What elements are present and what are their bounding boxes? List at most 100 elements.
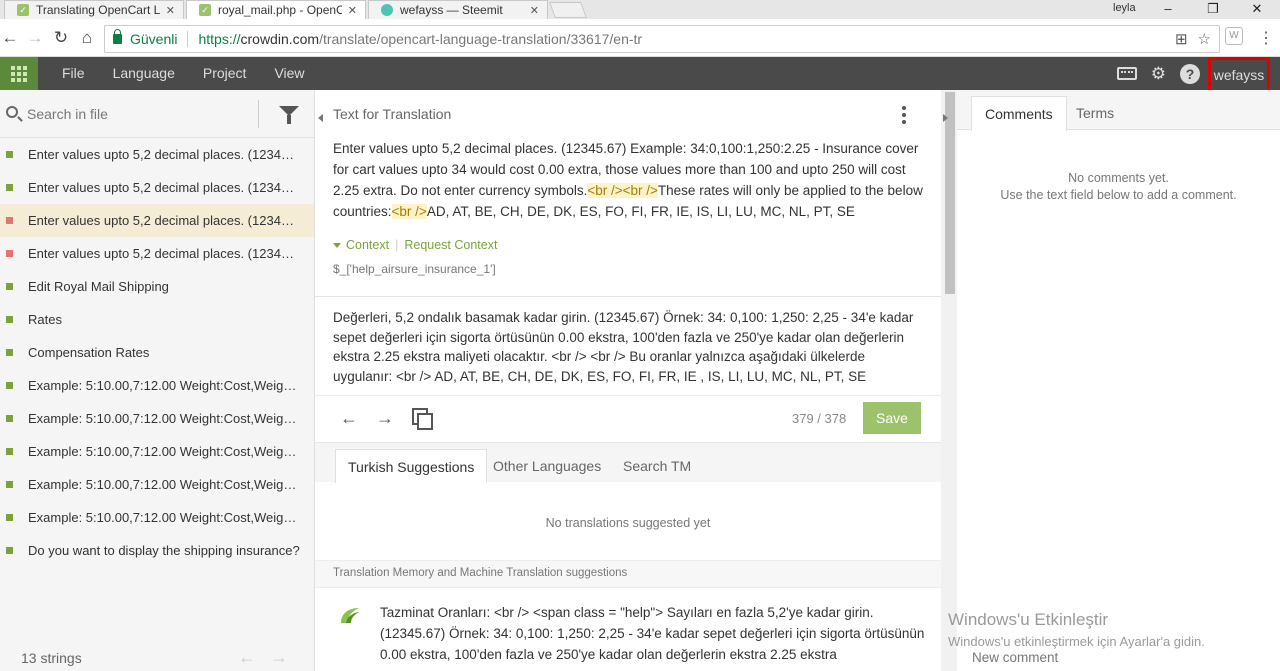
omnibox-actions: ⊞ ☆ <box>1175 30 1211 48</box>
steemit-favicon-icon <box>381 4 393 16</box>
apps-grid-button[interactable] <box>0 57 38 90</box>
list-item[interactable]: Enter values upto 5,2 decimal places. (1… <box>0 204 314 237</box>
collapse-right-icon[interactable] <box>943 114 948 122</box>
browser-menu-icon[interactable]: ⋮ <box>1258 28 1274 48</box>
url-path: /translate/opencart-language-translation… <box>319 31 643 47</box>
list-item-label: Enter values upto 5,2 decimal places. (1… <box>28 180 300 195</box>
list-item[interactable]: Example: 5:10.00,7:12.00 Weight:Cost,Wei… <box>0 435 314 468</box>
list-item[interactable]: Example: 5:10.00,7:12.00 Weight:Cost,Wei… <box>0 501 314 534</box>
next-page-icon[interactable]: → <box>270 647 288 668</box>
reload-icon[interactable]: ↻ <box>51 28 71 48</box>
list-item[interactable]: Enter values upto 5,2 decimal places. (1… <box>0 171 314 204</box>
menu-view[interactable]: View <box>260 57 318 90</box>
back-arrow-icon[interactable]: ← <box>0 28 20 48</box>
windows-activation-title: Windows'u Etkinleştir <box>948 610 1109 629</box>
help-icon[interactable]: ? <box>1180 63 1200 84</box>
menu-project[interactable]: Project <box>189 57 261 90</box>
search-icon <box>6 106 18 118</box>
tm-suggestion-text[interactable]: Tazminat Oranları: <br /> <span class = … <box>380 602 925 665</box>
browser-tab-1[interactable]: ✓ Translating OpenCart Lar ✕ <box>4 0 184 19</box>
browser-tab-2[interactable]: ✓ royal_mail.php - OpenCa ✕ <box>186 0 366 19</box>
divider: | <box>395 238 399 252</box>
status-indicator-icon <box>6 415 13 422</box>
minimize-icon[interactable]: – <box>1148 0 1188 17</box>
filter-icon[interactable] <box>279 106 299 124</box>
next-string-icon[interactable]: → <box>376 408 394 429</box>
list-item[interactable]: Example: 5:10.00,7:12.00 Weight:Cost,Wei… <box>0 468 314 501</box>
grid-icon <box>11 65 27 82</box>
user-menu[interactable]: wefayss <box>1208 57 1270 93</box>
app-header: File Language Project View ⚙ ? wefayss <box>0 57 1280 93</box>
html-tag[interactable]: <br /> <box>391 204 427 219</box>
forward-arrow-icon[interactable]: → <box>25 28 45 48</box>
list-item-label: Enter values upto 5,2 decimal places. (1… <box>28 246 300 261</box>
list-item[interactable]: Enter values upto 5,2 decimal places. (1… <box>0 138 314 171</box>
url-field[interactable]: Güvenli https://crowdin.com/translate/op… <box>104 25 1220 53</box>
list-item[interactable]: Example: 5:10.00,7:12.00 Weight:Cost,Wei… <box>0 369 314 402</box>
keyboard-icon[interactable] <box>1116 67 1137 80</box>
extension-icon[interactable]: W <box>1225 27 1243 45</box>
divider <box>315 296 941 297</box>
more-options-icon[interactable] <box>902 106 906 124</box>
request-context-link[interactable]: Request Context <box>404 238 497 252</box>
status-indicator-icon <box>6 283 13 290</box>
browser-tab-3[interactable]: wefayss — Steemit ✕ <box>368 0 548 19</box>
strings-list: Enter values upto 5,2 decimal places. (1… <box>0 138 314 567</box>
gear-icon[interactable]: ⚙ <box>1151 64 1166 84</box>
divider <box>187 31 189 47</box>
tab-other-languages[interactable]: Other Languages <box>481 449 613 483</box>
secure-indicator[interactable]: Güvenli <box>113 29 178 47</box>
maximize-icon[interactable]: ❐ <box>1193 0 1233 17</box>
tm-heading: Translation Memory and Machine Translati… <box>315 560 941 588</box>
editor-panel: Text for Translation Enter values upto 5… <box>315 90 941 671</box>
menu-language[interactable]: Language <box>99 57 189 90</box>
scrollbar-thumb[interactable] <box>945 92 955 294</box>
tab-turkish-suggestions[interactable]: Turkish Suggestions <box>335 449 488 483</box>
search-input[interactable] <box>27 103 247 125</box>
list-item-label: Enter values upto 5,2 decimal places. (1… <box>28 213 300 228</box>
home-icon[interactable]: ⌂ <box>77 28 97 48</box>
save-button[interactable]: Save <box>863 402 921 434</box>
tab-search-tm[interactable]: Search TM <box>611 449 703 483</box>
source-heading: Text for Translation <box>333 106 452 122</box>
source-text-part: AD, AT, BE, CH, DE, DK, ES, FO, FI, FR, … <box>426 204 855 219</box>
new-tab-button[interactable] <box>549 2 587 18</box>
tab-terms[interactable]: Terms <box>1063 96 1127 131</box>
tab-comments[interactable]: Comments <box>971 96 1067 131</box>
secure-label: Güvenli <box>130 31 178 47</box>
translation-textarea[interactable]: Değerleri, 5,2 ondalık basamak kadar gir… <box>333 308 928 386</box>
menu-file[interactable]: File <box>48 57 99 90</box>
close-icon[interactable]: ✕ <box>530 4 539 17</box>
collapse-left-icon[interactable] <box>318 114 323 122</box>
list-item[interactable]: Example: 5:10.00,7:12.00 Weight:Cost,Wei… <box>0 402 314 435</box>
status-indicator-icon <box>6 184 13 191</box>
header-tools: ⚙ ? <box>1116 57 1200 90</box>
list-item[interactable]: Enter values upto 5,2 decimal places. (1… <box>0 237 314 270</box>
address-bar: ← → ↻ ⌂ Güvenli https://crowdin.com/tran… <box>0 19 1280 57</box>
copy-source-icon[interactable] <box>412 408 433 430</box>
list-item[interactable]: Compensation Rates <box>0 336 314 369</box>
status-indicator-icon <box>6 316 13 323</box>
list-item-label: Compensation Rates <box>28 345 150 360</box>
close-window-icon[interactable]: ✕ <box>1237 0 1277 17</box>
html-tag[interactable]: <br /><br /> <box>587 183 658 198</box>
strings-count: 13 strings <box>21 650 82 666</box>
translate-icon[interactable]: ⊞ <box>1175 30 1188 48</box>
prev-page-icon[interactable]: ← <box>238 647 256 668</box>
new-comment-field[interactable]: New comment <box>972 650 1058 665</box>
list-item-label: Example: 5:10.00,7:12.00 Weight:Cost,Wei… <box>28 411 300 426</box>
context-toggle[interactable]: Context <box>346 238 389 252</box>
list-item-label: Rates <box>28 312 62 327</box>
crowdin-favicon-icon: ✓ <box>17 4 29 16</box>
browser-tab-title: wefayss — Steemit <box>400 3 503 17</box>
list-item[interactable]: Do you want to display the shipping insu… <box>0 534 314 567</box>
bookmark-star-icon[interactable]: ☆ <box>1198 30 1211 48</box>
strings-panel: Enter values upto 5,2 decimal places. (1… <box>0 90 315 671</box>
previous-string-icon[interactable]: ← <box>340 408 358 429</box>
no-suggestions-message: No translations suggested yet <box>545 516 711 530</box>
list-item-label: Example: 5:10.00,7:12.00 Weight:Cost,Wei… <box>28 378 300 393</box>
list-item[interactable]: Rates <box>0 303 314 336</box>
close-icon[interactable]: ✕ <box>166 4 175 17</box>
close-icon[interactable]: ✕ <box>348 4 357 17</box>
list-item[interactable]: Edit Royal Mail Shipping <box>0 270 314 303</box>
